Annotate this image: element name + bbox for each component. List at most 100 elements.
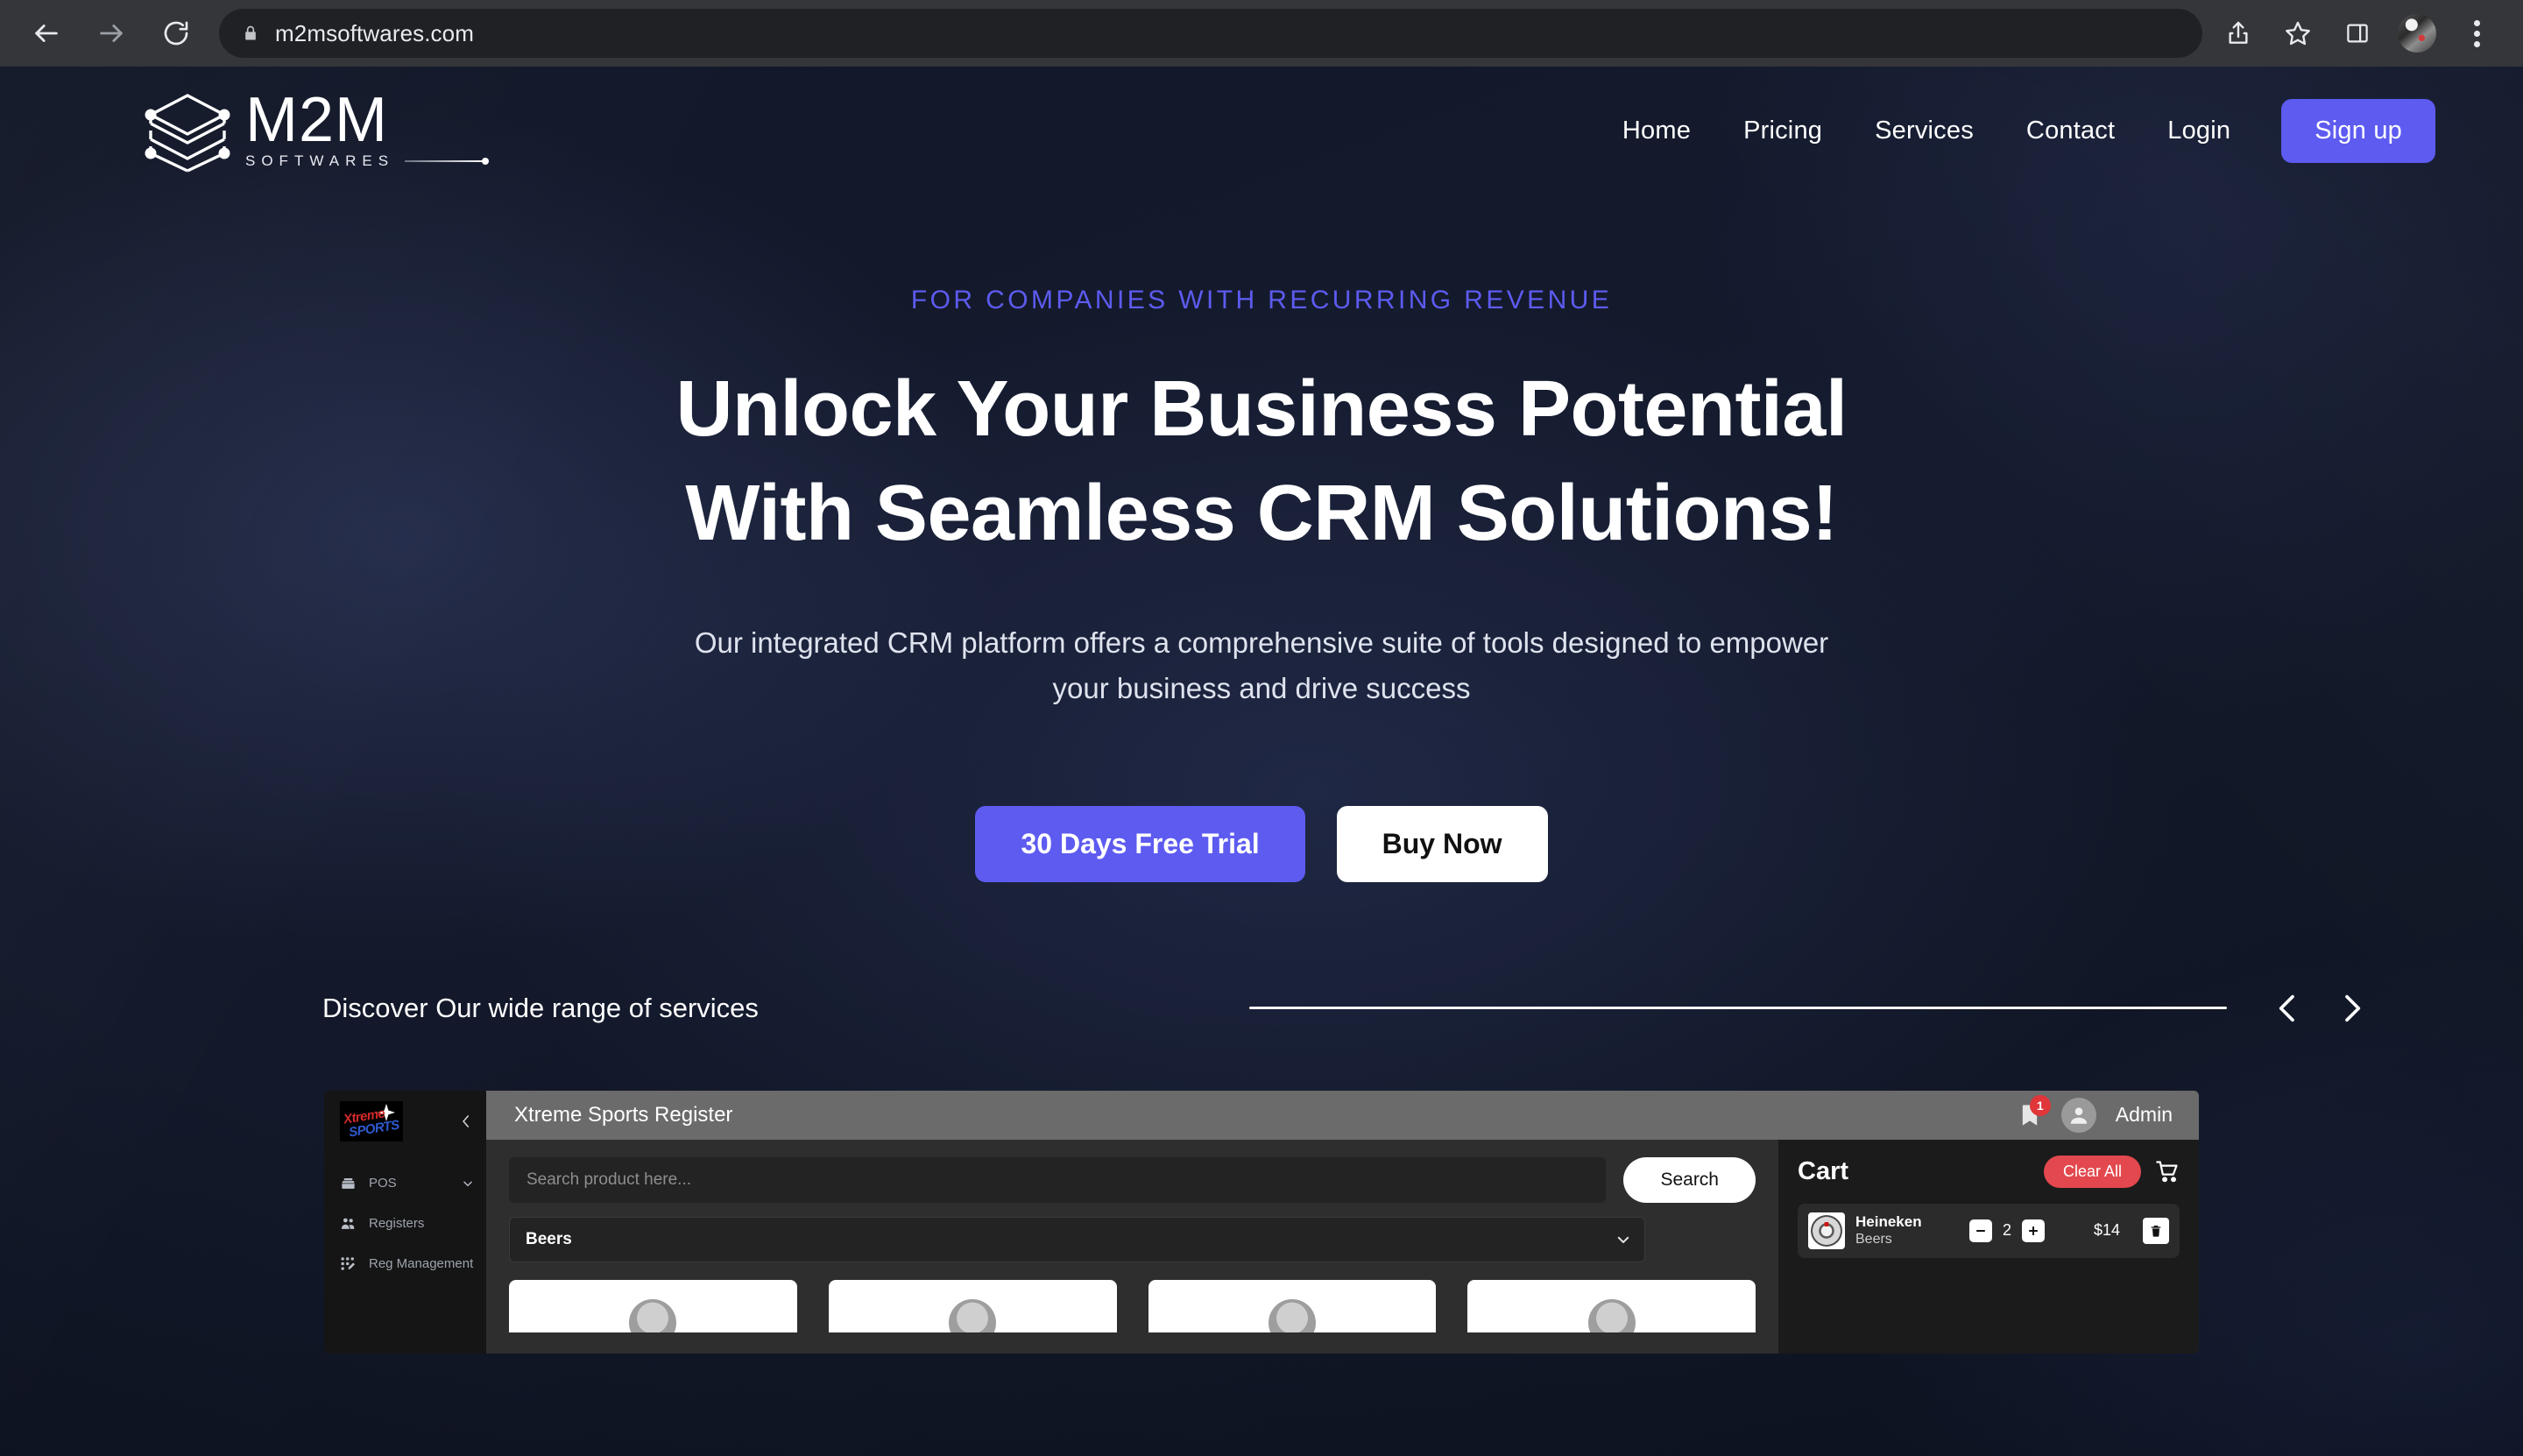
product-image: [949, 1298, 997, 1332]
carousel-prev-button[interactable]: [2257, 977, 2320, 1040]
logo-wordmark: M2M: [245, 84, 388, 155]
app-sidebar: Xtreme SPORTS POS Registers Reg Manageme…: [324, 1090, 486, 1354]
product-thumbnail: [1808, 1212, 1845, 1249]
nav-item-contact[interactable]: Contact: [2000, 117, 2141, 145]
product-card[interactable]: [1467, 1279, 1756, 1332]
hero-section: FOR COMPANIES WITH RECURRING REVENUE Unl…: [0, 194, 2523, 882]
users-icon: [340, 1215, 357, 1232]
nav-item-services[interactable]: Services: [1848, 117, 2000, 145]
decrease-quantity-button[interactable]: [1968, 1219, 1992, 1242]
profile-avatar[interactable]: [2390, 6, 2444, 60]
search-row: Search: [509, 1156, 1756, 1203]
sidebar-item-label: Reg Management: [369, 1256, 474, 1272]
m2m-mark-icon: [145, 94, 230, 173]
register-icon: [340, 1175, 357, 1191]
chevron-left-icon: [2279, 994, 2294, 1022]
chevron-down-icon: [462, 1177, 474, 1190]
cart-item-category: Beers: [1855, 1232, 1892, 1247]
user-name-label: Admin: [2115, 1103, 2173, 1127]
product-card[interactable]: [1148, 1279, 1437, 1332]
search-button[interactable]: Search: [1623, 1156, 1756, 1203]
plus-icon: [2028, 1226, 2039, 1235]
page-content: M2M SOFTWARES Home Pricing Services Cont…: [0, 67, 2523, 1456]
services-divider: [1248, 1007, 2227, 1010]
product-image: [629, 1298, 677, 1332]
sidebar-item-reg-management[interactable]: Reg Management: [324, 1248, 486, 1280]
logo-underline: [405, 158, 490, 166]
shopping-cart-icon[interactable]: [2155, 1159, 2180, 1184]
signup-button[interactable]: Sign up: [2281, 98, 2435, 163]
cart-item-row: Heineken Beers 2 $14: [1798, 1203, 2180, 1258]
site-header: M2M SOFTWARES Home Pricing Services Cont…: [0, 67, 2523, 194]
carousel-next-button[interactable]: [2320, 977, 2383, 1040]
xtreme-sports-logo-icon: Xtreme SPORTS: [340, 1100, 403, 1141]
lock-icon: [242, 23, 259, 44]
chevron-left-icon: [463, 1115, 470, 1127]
product-grid: [509, 1279, 1756, 1332]
hero-cta-group: 30 Days Free Trial Buy Now: [0, 805, 2523, 882]
logo-subtext: SOFTWARES: [245, 152, 395, 170]
chevron-right-icon: [2345, 994, 2361, 1022]
sidebar-collapse-button[interactable]: [458, 1112, 474, 1131]
product-card[interactable]: [509, 1279, 797, 1332]
product-image: [1268, 1298, 1316, 1332]
search-input[interactable]: [509, 1156, 1607, 1203]
free-trial-button[interactable]: 30 Days Free Trial: [975, 805, 1305, 882]
services-section: Discover Our wide range of services: [0, 977, 2523, 1040]
hero-title-line-2: With Seamless CRM Solutions!: [685, 469, 1838, 557]
address-bar[interactable]: m2msoftwares.com: [219, 9, 2202, 58]
increase-quantity-button[interactable]: [2021, 1219, 2045, 1242]
minus-icon: [1975, 1229, 1986, 1232]
sidebar-item-registers[interactable]: Registers: [324, 1208, 486, 1240]
browser-toolbar: m2msoftwares.com: [0, 0, 2523, 67]
nav-item-login[interactable]: Login: [2141, 117, 2257, 145]
site-logo[interactable]: M2M SOFTWARES: [140, 84, 490, 173]
services-header: Discover Our wide range of services: [322, 977, 2383, 1040]
kebab-icon: [2473, 19, 2480, 47]
nav-item-pricing[interactable]: Pricing: [1717, 117, 1848, 145]
category-select-wrapper: Beers: [509, 1216, 1645, 1262]
notifications-bookmark-button[interactable]: 1: [2018, 1094, 2051, 1130]
avatar: [2398, 14, 2436, 53]
quantity-value: 2: [2002, 1221, 2011, 1240]
product-browser: Search Beers: [486, 1140, 1778, 1354]
buy-now-button[interactable]: Buy Now: [1336, 805, 1548, 882]
hero-subtitle: Our integrated CRM platform offers a com…: [694, 626, 1829, 704]
cart-title: Cart: [1798, 1156, 1849, 1185]
app-preview-window: Xtreme SPORTS POS Registers Reg Manageme…: [324, 1090, 2199, 1354]
product-image: [1587, 1298, 1636, 1332]
sidebar-item-label: Registers: [369, 1216, 425, 1232]
services-title: Discover Our wide range of services: [322, 992, 759, 1023]
product-card[interactable]: [828, 1279, 1117, 1332]
back-button[interactable]: [19, 6, 74, 60]
app-main: Xtreme Sports Register 1 Admin Search pr…: [486, 1090, 2199, 1354]
sidebar-item-pos[interactable]: POS: [324, 1168, 486, 1199]
cart-item-price: $14: [2093, 1221, 2120, 1240]
app-body: Search Beers: [486, 1139, 2199, 1354]
reload-button[interactable]: [149, 6, 203, 60]
share-icon[interactable]: [2211, 6, 2265, 60]
cart-item-text: Heineken Beers: [1855, 1212, 1922, 1248]
notification-badge: 1: [2029, 1094, 2051, 1116]
hero-eyebrow: FOR COMPANIES WITH RECURRING REVENUE: [910, 286, 1613, 315]
cart-item-name: Heineken: [1855, 1213, 1922, 1231]
sidebar-item-label: POS: [369, 1176, 397, 1191]
trash-icon: [2151, 1225, 2161, 1237]
remove-cart-item-button[interactable]: [2143, 1217, 2169, 1244]
nav-item-home[interactable]: Home: [1596, 117, 1717, 145]
chrome-menu-icon[interactable]: [2449, 6, 2504, 60]
address-bar-url: m2msoftwares.com: [275, 19, 474, 46]
browser-nav-buttons: [19, 6, 203, 60]
side-panel-icon[interactable]: [2330, 6, 2385, 60]
main-navigation: Home Pricing Services Contact Login Sign…: [1596, 98, 2435, 163]
user-avatar-icon[interactable]: [2060, 1097, 2096, 1133]
app-brand: Xtreme SPORTS: [324, 1091, 486, 1152]
quantity-stepper: 2: [1968, 1219, 2045, 1242]
category-select[interactable]: Beers: [509, 1216, 1645, 1262]
app-topbar-actions: 1 Admin: [2018, 1094, 2173, 1133]
cart-header: Cart Clear All: [1798, 1155, 2180, 1188]
clear-all-button[interactable]: Clear All: [2043, 1155, 2141, 1188]
forward-button[interactable]: [84, 6, 138, 60]
app-topbar: Xtreme Sports Register 1 Admin: [486, 1090, 2199, 1140]
bookmark-star-icon[interactable]: [2271, 6, 2325, 60]
